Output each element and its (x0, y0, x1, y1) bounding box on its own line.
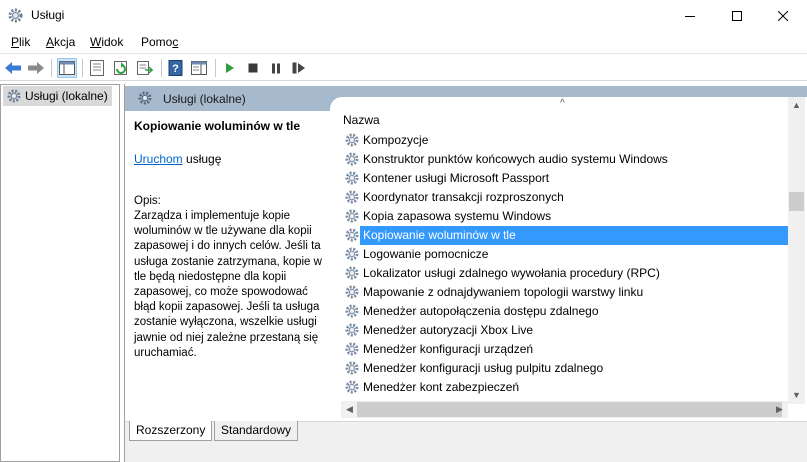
scroll-left-arrow-icon[interactable]: ◀ (345, 405, 354, 414)
scroll-up-arrow-icon[interactable]: ▲ (792, 101, 801, 110)
service-gear-icon (344, 379, 360, 401)
export-list-icon[interactable] (135, 58, 155, 78)
window-title: Usługi (31, 8, 65, 22)
tab-extended[interactable]: Rozszerzony (129, 421, 213, 441)
service-name: Kontener usługi Microsoft Passport (363, 171, 550, 185)
console-tree: Usługi (lokalne) (0, 84, 120, 462)
service-name: Menedżer konfiguracji urządzeń (363, 342, 534, 356)
view-tabs: Rozszerzony Standardowy (125, 421, 807, 462)
service-row[interactable]: Konstruktor punktów końcowych audio syst… (330, 150, 788, 169)
menu-bar: Plik Akcja Widok Pomoc (0, 31, 807, 53)
stop-icon[interactable] (243, 58, 263, 78)
properties-icon[interactable] (87, 58, 107, 78)
selected-service-title: Kopiowanie woluminów w tle (134, 119, 301, 133)
description-text: Zarządza i implementuje kopie woluminów … (134, 210, 322, 359)
service-row[interactable]: Kopia zapasowa systemu Windows (330, 207, 788, 226)
service-name: Logowanie pomocnicze (363, 247, 489, 261)
start-icon[interactable] (220, 58, 240, 78)
service-name: Koordynator transakcji rozproszonych (363, 190, 564, 204)
tree-item-local-services[interactable]: Usługi (lokalne) (3, 86, 112, 106)
services-gear-icon (137, 90, 153, 109)
services-list[interactable]: ^ Nazwa Kompozycje Konstruktor punktów ko… (330, 97, 807, 422)
service-name: Menedżer konfiguracji usług pulpitu zdal… (363, 361, 604, 375)
horizontal-scrollbar[interactable]: ◀ ▶ (341, 401, 788, 418)
service-name: Menedżer autopołączenia dostępu zdalnego (363, 304, 599, 318)
service-name: Lokalizator usługi zdalnego wywołania pr… (363, 266, 660, 280)
start-service-link[interactable]: Uruchom (134, 152, 183, 166)
tab-standard[interactable]: Standardowy (214, 421, 299, 441)
service-row[interactable]: Mapowanie z odnajdywaniem topologii wars… (330, 283, 788, 302)
restart-icon[interactable] (289, 58, 309, 78)
back-icon[interactable] (3, 58, 23, 78)
service-row[interactable]: Kontener usługi Microsoft Passport (330, 169, 788, 188)
scroll-right-arrow-icon[interactable]: ▶ (775, 405, 784, 414)
svg-text:?: ? (172, 63, 179, 75)
service-name: Kopia zapasowa systemu Windows (363, 209, 552, 223)
main-pane: Usługi (lokalne) Kopiowanie woluminów w … (124, 84, 807, 462)
service-row[interactable]: Menedżer konfiguracji usług pulpitu zdal… (330, 359, 788, 378)
service-row[interactable]: Menedżer autoryzacji Xbox Live (330, 321, 788, 340)
services-gear-icon (7, 7, 24, 24)
title-bar: Usługi (0, 0, 807, 31)
toolbar: ? (0, 53, 807, 81)
maximize-button[interactable] (714, 0, 760, 31)
service-name: Kopiowanie woluminów w tle (363, 228, 516, 242)
sort-ascending-icon: ^ (560, 98, 565, 109)
service-row[interactable]: Kompozycje (330, 131, 788, 150)
service-row[interactable]: Kopiowanie woluminów w tle (345, 226, 788, 245)
column-header-name[interactable]: Nazwa (343, 113, 380, 127)
menu-widok[interactable]: Widok (90, 35, 123, 49)
service-row[interactable]: Logowanie pomocnicze (330, 245, 788, 264)
service-row[interactable]: Menedżer konfiguracji urządzeń (330, 340, 788, 359)
service-row[interactable]: Koordynator transakcji rozproszonych (330, 188, 788, 207)
service-row[interactable]: Menedżer autopołączenia dostępu zdalnego (330, 302, 788, 321)
show-hide-tree-icon[interactable] (57, 58, 77, 78)
vertical-scroll-thumb[interactable] (789, 192, 804, 211)
service-description-panel: Kopiowanie woluminów w tle Uruchom usług… (125, 111, 330, 421)
description-heading: Opis: (134, 195, 161, 207)
forward-icon[interactable] (26, 58, 46, 78)
service-row[interactable]: Menedżer kont zabezpieczeń (330, 378, 788, 397)
service-name: Mapowanie z odnajdywaniem topologii wars… (363, 285, 644, 299)
service-name: Menedżer kont zabezpieczeń (363, 380, 520, 394)
scroll-down-arrow-icon[interactable]: ▼ (792, 391, 801, 400)
menu-akcja[interactable]: Akcja (46, 35, 75, 49)
list-header: ^ Nazwa (330, 97, 787, 127)
service-name: Kompozycje (363, 133, 429, 147)
tree-item-label: Usługi (lokalne) (25, 89, 108, 103)
help-icon[interactable]: ? (166, 58, 186, 78)
menu-pomoc[interactable]: Pomoc (141, 35, 178, 49)
service-row[interactable]: Lokalizator usługi zdalnego wywołania pr… (330, 264, 788, 283)
service-rows: Kompozycje Konstruktor punktów końcowych … (330, 131, 788, 397)
service-name: Konstruktor punktów końcowych audio syst… (363, 152, 668, 166)
horizontal-scroll-thumb[interactable] (357, 402, 782, 417)
vertical-scrollbar[interactable]: ▲ ▼ (788, 97, 805, 404)
service-name: Menedżer autoryzacji Xbox Live (363, 323, 534, 337)
refresh-icon[interactable] (111, 58, 131, 78)
minimize-button[interactable] (667, 0, 713, 31)
services-gear-icon (6, 88, 22, 110)
close-button[interactable] (760, 0, 806, 31)
pause-icon[interactable] (266, 58, 286, 78)
action-pane-icon[interactable] (189, 58, 209, 78)
main-pane-title: Usługi (lokalne) (163, 92, 246, 106)
start-service-suffix: usługę (182, 152, 222, 166)
start-service-line: Uruchom usługę (134, 152, 221, 166)
menu-plik[interactable]: Plik (11, 35, 30, 49)
